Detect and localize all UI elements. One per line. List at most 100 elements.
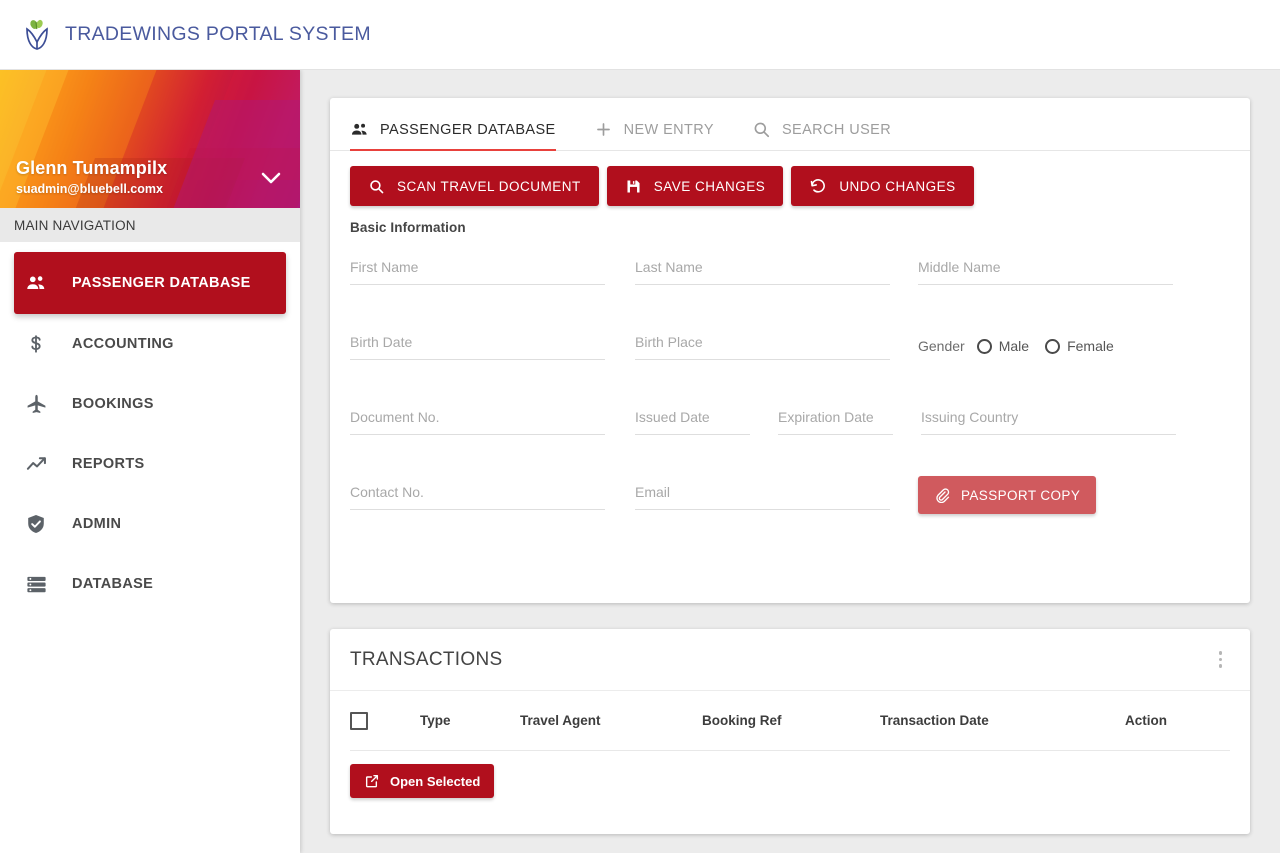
expiration-date-input[interactable] <box>778 407 893 435</box>
last-name-input[interactable] <box>635 257 890 285</box>
sidebar-item-label: ADMIN <box>72 516 122 532</box>
button-label: SCAN TRAVEL DOCUMENT <box>397 178 581 194</box>
sidebar-item-admin[interactable]: ADMIN <box>0 494 300 554</box>
gender-radio-male[interactable] <box>976 338 992 354</box>
button-label: PASSPORT COPY <box>961 487 1081 503</box>
form-row-document <box>350 407 1230 482</box>
sidebar-item-bookings[interactable]: BOOKINGS <box>0 374 300 434</box>
airplane-icon <box>24 392 48 416</box>
sidebar-item-label: PASSENGER DATABASE <box>72 275 251 291</box>
contact-no-input[interactable] <box>350 482 605 510</box>
paperclip-icon <box>934 487 950 503</box>
issued-date-input[interactable] <box>635 407 750 435</box>
brand-title: TRADEWINGS PORTAL SYSTEM <box>65 23 371 45</box>
transactions-card: TRANSACTIONS Type Travel Agent Booking R… <box>330 629 1250 834</box>
open-selected-button[interactable]: Open Selected <box>350 764 495 798</box>
sidebar-item-label: ACCOUNTING <box>72 336 174 352</box>
birth-place-field[interactable] <box>635 332 890 407</box>
select-all-checkbox[interactable] <box>350 711 368 730</box>
email-input[interactable] <box>635 482 890 510</box>
birth-date-field[interactable] <box>350 332 605 407</box>
people-icon <box>24 271 48 295</box>
passport-copy-button[interactable]: PASSPORT COPY <box>918 476 1097 514</box>
sidebar-item-label: DATABASE <box>72 576 154 592</box>
passport-copy-cell: PASSPORT COPY <box>918 476 1173 557</box>
transactions-table: Type Travel Agent Booking Ref Transactio… <box>330 691 1250 798</box>
gender-option-male-label: Male <box>998 338 1030 354</box>
button-label: UNDO CHANGES <box>839 178 956 194</box>
section-label-basic-information: Basic Information <box>350 220 466 235</box>
transactions-title: TRANSACTIONS <box>350 648 503 670</box>
undo-changes-button[interactable]: UNDO CHANGES <box>791 166 974 206</box>
sidebar: Glenn Tumampilx suadmin@bluebell.comx MA… <box>0 70 300 853</box>
save-icon <box>625 178 642 195</box>
gender-label: Gender <box>918 338 965 354</box>
sidebar-item-label: BOOKINGS <box>72 396 154 412</box>
column-header-booking-ref: Booking Ref <box>702 713 782 728</box>
middle-name-input[interactable] <box>918 257 1173 285</box>
column-header-type: Type <box>420 713 451 728</box>
column-header-travel-agent: Travel Agent <box>520 713 601 728</box>
column-header-transaction-date: Transaction Date <box>880 713 989 728</box>
expiration-date-field[interactable] <box>778 407 893 482</box>
birth-place-input[interactable] <box>635 332 890 360</box>
table-header-row: Type Travel Agent Booking Ref Transactio… <box>350 691 1230 751</box>
last-name-field[interactable] <box>635 257 890 332</box>
form-row-birth-gender: Gender Male Female <box>350 332 1230 407</box>
tab-new-entry[interactable]: NEW ENTRY <box>594 120 714 150</box>
profile-text-block: Glenn Tumampilx suadmin@bluebell.comx <box>16 158 167 196</box>
sidebar-item-label: REPORTS <box>72 456 145 472</box>
tab-label: SEARCH USER <box>781 121 892 138</box>
document-no-input[interactable] <box>350 407 605 435</box>
form-row-names <box>350 257 1230 332</box>
tab-label: PASSENGER DATABASE <box>380 121 556 138</box>
people-icon <box>350 120 369 139</box>
button-label: SAVE CHANGES <box>653 178 766 194</box>
chevron-down-icon[interactable] <box>260 171 282 190</box>
gender-group: Gender Male Female <box>918 332 1173 407</box>
database-icon <box>24 572 48 596</box>
tab-search-user[interactable]: SEARCH USER <box>752 120 891 150</box>
issuing-country-field[interactable] <box>921 407 1176 482</box>
shield-check-icon <box>24 512 48 536</box>
email-field[interactable] <box>635 482 890 557</box>
kebab-menu-icon[interactable] <box>1211 645 1231 674</box>
profile-name: Glenn Tumampilx <box>16 158 168 178</box>
form-body: Gender Male Female <box>330 235 1250 557</box>
tab-label: NEW ENTRY <box>623 121 714 138</box>
first-name-input[interactable] <box>350 257 605 285</box>
page-scrollbar[interactable] <box>1274 70 1280 853</box>
button-label: Open Selected <box>390 773 481 789</box>
issuing-country-input[interactable] <box>921 407 1176 435</box>
user-profile-header[interactable]: Glenn Tumampilx suadmin@bluebell.comx <box>0 70 300 208</box>
external-link-icon <box>364 773 380 789</box>
main-content: PASSENGER DATABASE NEW ENTRY SEARCH USER <box>300 70 1280 853</box>
document-no-field[interactable] <box>350 407 605 482</box>
tab-bar: PASSENGER DATABASE NEW ENTRY SEARCH USER <box>330 98 1250 151</box>
gender-option-female-label: Female <box>1067 338 1114 354</box>
top-bar: TRADEWINGS PORTAL SYSTEM <box>0 0 1280 70</box>
sidebar-item-passenger-database[interactable]: PASSENGER DATABASE <box>14 252 286 314</box>
search-icon <box>368 178 385 195</box>
passenger-form-card: PASSENGER DATABASE NEW ENTRY SEARCH USER <box>330 98 1250 603</box>
save-changes-button[interactable]: SAVE CHANGES <box>606 166 784 206</box>
sidebar-item-database[interactable]: DATABASE <box>0 554 300 614</box>
gender-radio-female[interactable] <box>1045 338 1061 354</box>
issued-date-field[interactable] <box>635 407 750 482</box>
scan-travel-document-button[interactable]: SCAN TRAVEL DOCUMENT <box>350 166 599 206</box>
first-name-field[interactable] <box>350 257 605 332</box>
plus-icon <box>594 120 613 139</box>
sidebar-item-accounting[interactable]: ACCOUNTING <box>0 314 300 374</box>
middle-name-field[interactable] <box>918 257 1173 332</box>
birth-date-input[interactable] <box>350 332 605 360</box>
tab-passenger-database[interactable]: PASSENGER DATABASE <box>350 120 556 151</box>
tradewings-logo-icon <box>22 18 52 52</box>
form-row-contact: PASSPORT COPY <box>350 476 1230 557</box>
nav-section-header: MAIN NAVIGATION <box>0 208 300 242</box>
profile-email: suadmin@bluebell.comx <box>16 182 163 196</box>
undo-icon <box>809 177 827 195</box>
sidebar-item-reports[interactable]: REPORTS <box>0 434 300 494</box>
contact-no-field[interactable] <box>350 482 605 557</box>
select-all-cell <box>350 711 420 730</box>
trending-up-icon <box>24 452 48 476</box>
